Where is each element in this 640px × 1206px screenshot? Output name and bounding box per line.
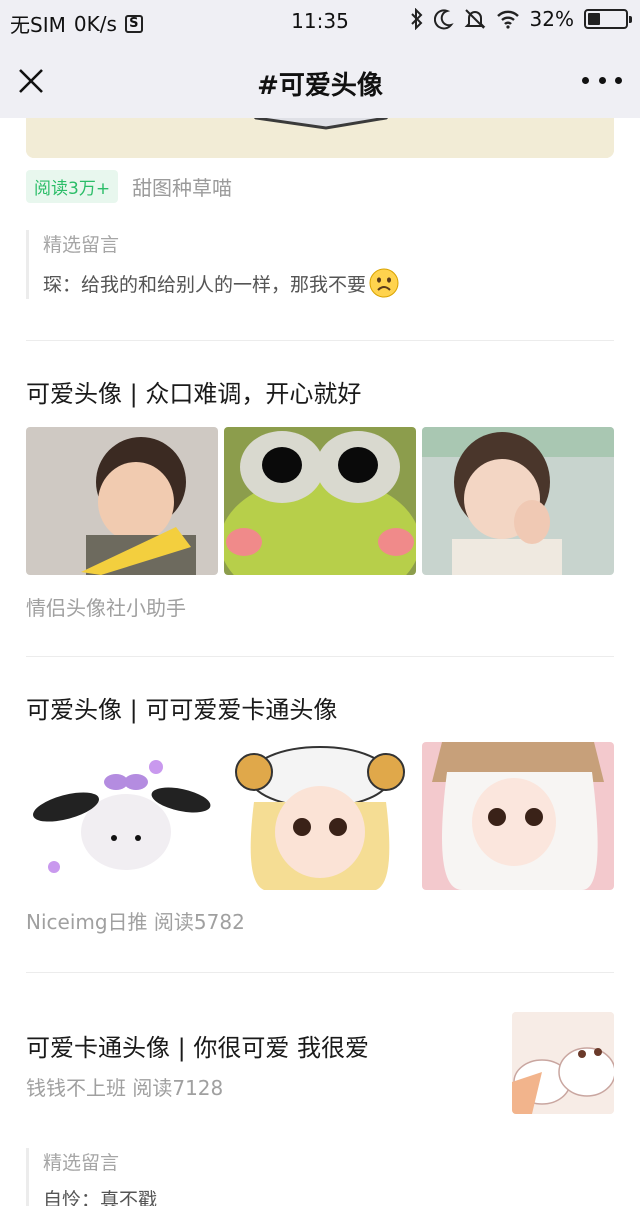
bluetooth-icon <box>410 8 422 30</box>
article-title[interactable]: 可爱卡通头像 | 你很可爱 我很爱 <box>26 1028 369 1063</box>
mute-bell-icon <box>464 9 485 29</box>
more-dot <box>598 76 606 84</box>
status-bar: 无SIM 0K/s S 11:35 32% <box>0 0 640 44</box>
article-meta: Niceimg日推 阅读5782 <box>26 910 245 934</box>
white-hair-girl-image[interactable] <box>422 742 614 890</box>
comment-text-row: 琛：给我的和给别人的一样，那我不要 <box>43 267 400 299</box>
moon-icon <box>433 9 454 30</box>
comment-text: 自怜：真不戳 <box>43 1189 158 1206</box>
wifi-icon <box>496 10 519 29</box>
pochacco-dog-image[interactable] <box>26 742 218 890</box>
battery-icon <box>584 9 632 29</box>
battery-percent: 32% <box>529 7 574 31</box>
divider <box>26 656 614 657</box>
battery-cap <box>629 16 632 23</box>
article-thumbnail[interactable] <box>512 1012 614 1114</box>
article-feed[interactable]: 阅读3万+ 甜图种草喵 精选留言 琛：给我的和给别人的一样，那我不要 可爱头像 … <box>0 118 640 1206</box>
comment-header: 精选留言 <box>43 234 120 256</box>
status-right: 32% <box>410 7 632 31</box>
first-article-meta: 阅读3万+ 甜图种草喵 <box>26 170 232 203</box>
girl-waving-image[interactable] <box>422 427 614 575</box>
sheep-hat-girl-image[interactable] <box>224 742 416 890</box>
divider <box>26 972 614 973</box>
toddler-corn-image[interactable] <box>26 427 218 575</box>
article-cover-image[interactable] <box>26 118 614 158</box>
featured-comment[interactable]: 精选留言 自怜：真不戳 <box>26 1148 157 1206</box>
article-meta: 钱钱不上班 阅读7128 <box>26 1076 224 1100</box>
frog-character-image[interactable] <box>224 427 416 575</box>
cartoon-illustration <box>26 118 614 158</box>
read-count-badge: 阅读3万+ <box>26 170 119 203</box>
article-meta: 情侣头像社小助手 <box>26 596 186 620</box>
sad-face-emoji-icon <box>369 268 399 298</box>
comment-header: 精选留言 <box>43 1152 120 1174</box>
comment-text: 琛：给我的和给别人的一样，那我不要 <box>43 273 367 296</box>
nav-bar: #可爱头像 <box>0 44 640 118</box>
article-title[interactable]: 可爱头像 | 众口难调，开心就好 <box>26 374 361 409</box>
article-image-row[interactable] <box>26 427 614 575</box>
more-dot <box>582 76 589 84</box>
article-title[interactable]: 可爱头像 | 可可爱爱卡通头像 <box>26 690 337 725</box>
battery-level <box>588 13 600 25</box>
more-dot <box>615 76 622 84</box>
page-title: #可爱头像 <box>257 71 383 101</box>
comment-text-row: 自怜：真不戳 <box>43 1185 157 1206</box>
featured-comment[interactable]: 精选留言 琛：给我的和给别人的一样，那我不要 <box>26 230 400 299</box>
more-icon[interactable] <box>582 72 622 88</box>
article-source[interactable]: 甜图种草喵 <box>132 172 232 201</box>
article-image-row[interactable] <box>26 742 614 890</box>
divider <box>26 340 614 341</box>
